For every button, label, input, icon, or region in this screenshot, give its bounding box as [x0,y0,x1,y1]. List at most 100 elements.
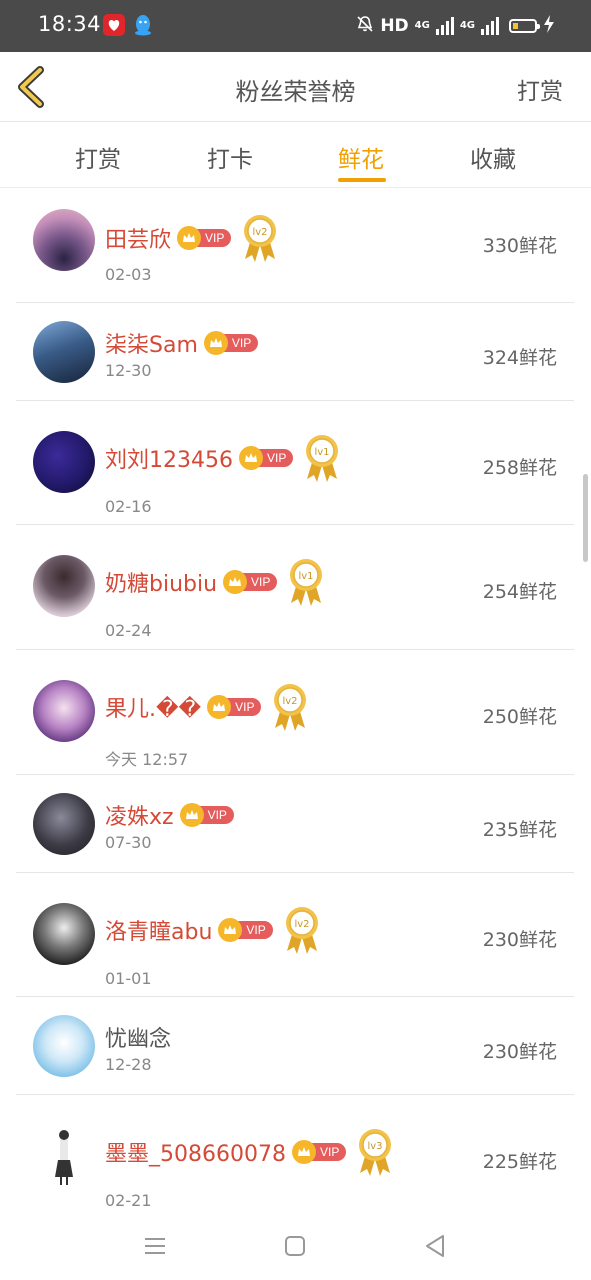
flower-count: 254鲜花 [482,581,557,603]
qq-penguin-icon [133,14,153,36]
fan-date: 02-24 [105,621,152,640]
name-line: 墨墨_508660078 VIP lv3 [105,1127,394,1177]
crown-icon [203,331,228,355]
fan-row[interactable]: 奶糖biubiu VIP lv1 02-24 254鲜花 [16,525,574,650]
fan-name[interactable]: 柒柒Sam [105,327,198,359]
vip-badge: VIP [238,446,294,470]
hd-label: HD [380,16,409,36]
flower-count: 258鲜花 [482,457,557,479]
vip-badge: VIP [291,1140,347,1164]
status-icons: HD 4G 4G [356,13,555,39]
level-medal-icon: lv1 [303,433,341,483]
tab-favorites[interactable]: 收藏 [443,140,543,174]
flower-count: 230鲜花 [482,929,557,951]
avatar[interactable] [33,1015,95,1077]
status-time: 18:34 [38,12,102,36]
app-red-heart-icon [103,14,125,36]
fan-name[interactable]: 墨墨_508660078 [105,1136,286,1168]
svg-text:lv3: lv3 [368,1141,383,1152]
avatar[interactable] [33,680,95,742]
crown-icon [238,446,263,470]
mute-bell-icon [356,15,374,37]
flower-count: 235鲜花 [482,819,557,841]
fan-name[interactable]: 果儿.�� [105,691,201,723]
fan-date: 02-21 [105,1191,152,1210]
fan-date: 02-03 [105,265,152,284]
name-line: 柒柒Sam VIP [105,327,259,359]
avatar[interactable] [33,1125,95,1187]
vip-badge: VIP [179,803,234,827]
fan-row[interactable]: 果儿.�� VIP lv2 今天 12:57 250鲜花 [16,650,574,775]
vip-badge: VIP [223,570,278,594]
vip-badge: VIP [207,695,262,719]
network-label-1: 4G [414,20,430,31]
fan-row[interactable]: 刘刘123456 VIP lv1 02-16 258鲜花 [16,401,574,525]
fan-date: 12-28 [105,1055,152,1074]
fan-row[interactable]: 凌姝xz VIP 07-30 235鲜花 [16,775,574,873]
fan-row[interactable]: 忧幽念 12-28 230鲜花 [16,997,574,1095]
flower-count: 330鲜花 [482,235,557,257]
tab-reward[interactable]: 打赏 [48,140,148,174]
flower-count: 324鲜花 [482,347,557,369]
avatar[interactable] [33,431,95,493]
name-line: 凌姝xz VIP [105,799,234,831]
avatar[interactable] [33,209,95,271]
fan-name[interactable]: 田芸欣 [105,222,171,254]
active-tab-indicator [338,178,386,182]
crown-icon [291,1140,316,1164]
svg-text:lv1: lv1 [299,571,314,582]
level-medal-icon: lv3 [356,1127,394,1177]
avatar[interactable] [33,555,95,617]
back-triangle-icon[interactable] [421,1232,449,1260]
fan-name[interactable]: 凌姝xz [105,799,174,831]
fan-name[interactable]: 忧幽念 [105,1021,171,1053]
name-line: 奶糖biubiu VIP lv1 [105,557,325,607]
system-nav-bar [0,1212,591,1280]
level-medal-icon: lv2 [271,682,309,732]
fan-date: 12-30 [105,361,152,380]
fan-name[interactable]: 奶糖biubiu [105,566,217,598]
vip-badge: VIP [203,331,259,355]
crown-icon [177,226,202,250]
fan-name[interactable]: 刘刘123456 [105,442,233,474]
menu-icon[interactable] [141,1232,169,1260]
tab-bar: 打赏 打卡 鲜花 收藏 [0,122,591,188]
fan-row[interactable]: 柒柒Sam VIP 12-30 324鲜花 [16,303,574,401]
vip-badge: VIP [177,226,232,250]
signal-icon [435,17,454,35]
crown-icon [223,570,248,594]
status-bar: 18:34 HD 4G 4G [0,0,591,52]
name-line: 田芸欣 VIP lv2 [105,213,279,263]
svg-text:lv1: lv1 [315,447,330,458]
svg-text:lv2: lv2 [294,919,309,930]
level-medal-icon: lv2 [241,213,279,263]
fan-name[interactable]: 洛青瞳abu [105,914,212,946]
tab-checkin[interactable]: 打卡 [180,140,280,174]
home-square-icon[interactable] [281,1232,309,1260]
fan-date: 01-01 [105,969,152,988]
level-medal-icon: lv2 [283,905,321,955]
fan-ranking-list: 田芸欣 VIP lv2 02-03 330鲜花 柒柒Sam VIP 12-30 324鲜花 刘刘1… [16,189,574,1215]
vip-badge: VIP [218,918,273,942]
charging-icon [543,15,555,37]
name-line: 洛青瞳abu VIP lv2 [105,905,321,955]
battery-icon [509,19,540,33]
fan-row[interactable]: 洛青瞳abu VIP lv2 01-01 230鲜花 [16,873,574,997]
fan-row[interactable]: 墨墨_508660078 VIP lv3 02-21 225鲜花 [16,1095,574,1215]
scrollbar[interactable] [583,474,588,562]
avatar[interactable] [33,793,95,855]
network-label-2: 4G [459,20,475,31]
svg-text:lv2: lv2 [283,696,298,707]
avatar[interactable] [33,321,95,383]
name-line: 果儿.�� VIP lv2 [105,682,309,732]
crown-icon [179,803,204,827]
svg-text:lv2: lv2 [253,227,268,238]
signal-icon-2 [481,17,499,35]
reward-button[interactable]: 打赏 [517,72,563,106]
flower-count: 250鲜花 [482,706,557,728]
fan-row[interactable]: 田芸欣 VIP lv2 02-03 330鲜花 [16,189,574,303]
tab-flowers[interactable]: 鲜花 [311,140,411,174]
name-line: 忧幽念 [105,1021,171,1053]
avatar[interactable] [33,903,95,965]
nav-bar: 粉丝荣誉榜 打赏 [0,52,591,122]
